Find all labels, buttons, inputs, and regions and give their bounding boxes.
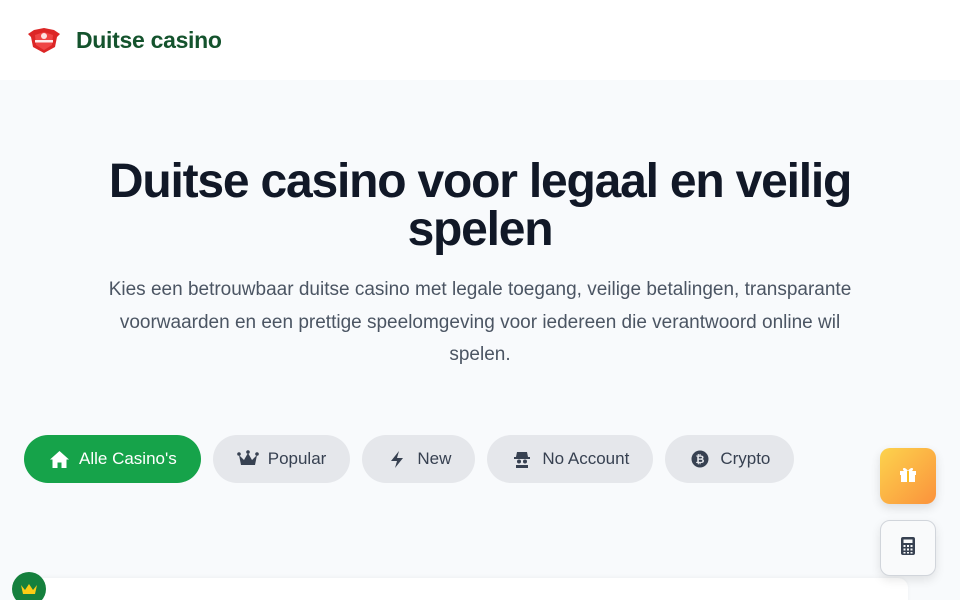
filter-label: Alle Casino's xyxy=(79,449,177,468)
spy-icon xyxy=(511,449,533,469)
filter-label: No Account xyxy=(542,449,630,468)
site-header: Duitse casino xyxy=(0,0,960,80)
casino-card[interactable] xyxy=(32,578,908,600)
calculator-button[interactable] xyxy=(880,520,936,576)
filter-popular[interactable]: Popular xyxy=(212,435,351,483)
brand-name[interactable]: Duitse casino xyxy=(76,27,222,54)
bolt-icon xyxy=(386,449,408,469)
category-filters: Alle Casino's Popular New No Account ₿ C… xyxy=(24,435,795,483)
page-title: Duitse casino voor legaal en veilig spel… xyxy=(108,155,852,256)
hero-subtitle: Kies een betrouwbaar duitse casino met l… xyxy=(108,279,852,365)
gift-icon xyxy=(898,464,918,489)
filter-new[interactable]: New xyxy=(362,435,476,483)
gift-button[interactable] xyxy=(880,448,936,504)
calculator-icon xyxy=(900,536,916,561)
filter-label: New xyxy=(417,449,452,468)
svg-text:₿: ₿ xyxy=(696,453,705,466)
crown-badge-icon xyxy=(12,572,46,600)
filter-label: Crypto xyxy=(720,449,771,468)
filter-all-casinos[interactable]: Alle Casino's xyxy=(24,435,201,483)
bitcoin-icon: ₿ xyxy=(689,449,711,469)
home-icon xyxy=(48,449,70,469)
shield-logo-icon[interactable] xyxy=(24,25,64,55)
crown-icon xyxy=(236,449,259,469)
filter-label: Popular xyxy=(267,449,327,468)
filter-crypto[interactable]: ₿ Crypto xyxy=(665,435,795,483)
filter-no-account[interactable]: No Account xyxy=(487,435,654,483)
